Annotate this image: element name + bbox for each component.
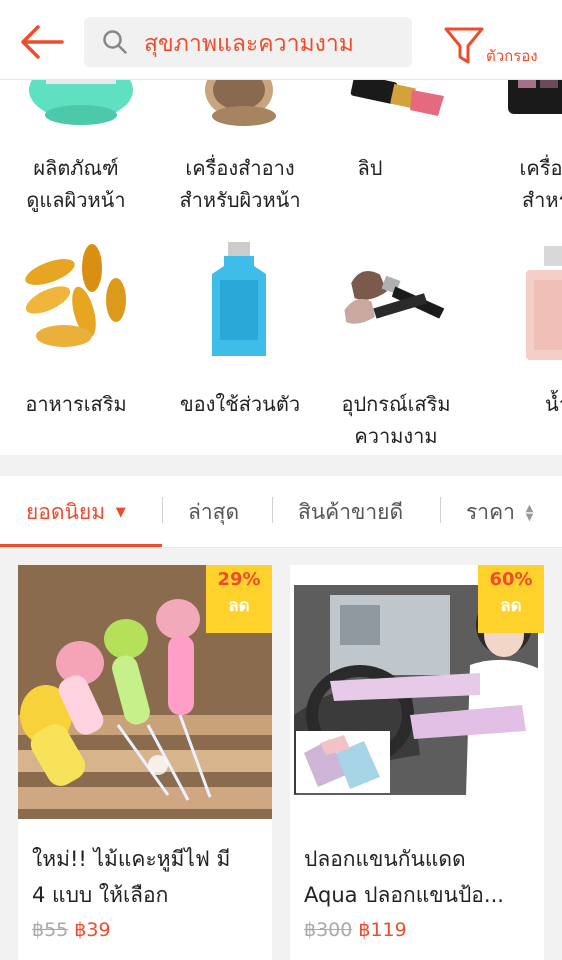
price-row: ฿55 ฿39 bbox=[32, 919, 111, 941]
discount-badge: 29% ลด bbox=[206, 565, 272, 633]
category-label: อุปกรณ์เสริม ความงาม bbox=[341, 392, 451, 448]
category-grid: ผลิตภัณฑ์ ดูแลผิวหน้า เครื่องสำอาง สำหรั… bbox=[0, 80, 562, 455]
skincare-jar-icon bbox=[29, 80, 133, 125]
mouthwash-bottle-icon bbox=[212, 242, 266, 356]
product-card[interactable]: 60% ลด ปลอกแขนกันแดด Aqua ปลอกแขนป้อ... … bbox=[290, 565, 544, 960]
caret-down-icon: ▼ bbox=[115, 505, 126, 520]
original-price: ฿55 bbox=[32, 919, 69, 941]
category-label: อาหารเสริม bbox=[25, 392, 127, 416]
category-label: ของใช้ส่วนตัว bbox=[179, 392, 301, 416]
search-input[interactable]: สุขภาพและความงาม bbox=[84, 17, 412, 67]
category-face-makeup[interactable]: เครื่องสำอาง สำหรับผิวหน้า bbox=[160, 80, 310, 230]
search-icon bbox=[103, 30, 127, 54]
category-personal-care[interactable]: ของใช้ส่วนตัว bbox=[160, 240, 310, 455]
sort-bar: ยอดนิยม ▼ ล่าสุด สินค้าขายดี ราคา ▲ ▼ bbox=[0, 476, 562, 548]
category-label: ผลิตภัณฑ์ ดูแลผิวหน้า bbox=[26, 156, 126, 212]
category-makeup-partial[interactable]: เครื่องส สำหรับ bbox=[480, 80, 562, 230]
product-title: ปลอกแขนกันแดด Aqua ปลอกแขนป้อ... bbox=[304, 847, 504, 907]
discount-badge: 60% ลด bbox=[478, 565, 544, 633]
page: สุขภาพและความงาม ตัวกรอง ผลิตภัณฑ์ ดูแลผ… bbox=[0, 0, 562, 960]
sale-price: ฿39 bbox=[74, 919, 111, 941]
price-row: ฿300 ฿119 bbox=[304, 919, 407, 941]
product-card[interactable]: 29% ลด ใหม่!! ไม้แคะหูมีไฟ มี 4 แบบ ให้เ… bbox=[18, 565, 272, 960]
divider bbox=[162, 497, 163, 523]
arrow-left-icon bbox=[21, 25, 64, 59]
filter-icon bbox=[444, 27, 484, 64]
search-query-text: สุขภาพและความงาม bbox=[144, 31, 354, 57]
tab-top-sales[interactable]: สินค้าขายดี bbox=[298, 476, 403, 548]
back-button[interactable] bbox=[18, 22, 66, 62]
product-title: ใหม่!! ไม้แคะหูมีไฟ มี 4 แบบ ให้เลือก bbox=[32, 847, 231, 907]
category-label: น้ำห bbox=[544, 392, 562, 416]
capsule-pills-icon bbox=[25, 244, 126, 347]
divider bbox=[440, 497, 441, 523]
tab-popular[interactable]: ยอดนิยม ▼ bbox=[26, 476, 126, 548]
category-label: เครื่องส สำหรับ bbox=[519, 156, 562, 212]
category-skincare[interactable]: ผลิตภัณฑ์ ดูแลผิวหน้า bbox=[0, 80, 150, 230]
tab-latest[interactable]: ล่าสุด bbox=[188, 476, 239, 548]
category-lip[interactable]: ลิป bbox=[320, 80, 470, 230]
filter-label: ตัวกรอง bbox=[486, 47, 538, 65]
original-price: ฿300 bbox=[304, 919, 353, 941]
sale-price: ฿119 bbox=[358, 919, 407, 941]
category-beauty-tools[interactable]: อุปกรณ์เสริม ความงาม bbox=[320, 240, 470, 455]
makeup-brush-icon bbox=[344, 271, 445, 324]
sort-arrows-icon: ▲ ▼ bbox=[525, 503, 534, 523]
perfume-bottle-icon bbox=[526, 246, 562, 360]
compact-powder-icon bbox=[205, 80, 276, 126]
category-supplements[interactable]: อาหารเสริม bbox=[0, 240, 150, 455]
category-perfume-partial[interactable]: น้ำห bbox=[480, 240, 562, 455]
divider bbox=[272, 497, 273, 523]
category-label: ลิป bbox=[357, 156, 383, 180]
filter-button[interactable]: ตัวกรอง bbox=[440, 20, 558, 68]
top-bar: สุขภาพและความงาม ตัวกรอง bbox=[0, 0, 562, 80]
eyeshadow-palette-icon bbox=[508, 80, 562, 114]
lipstick-icon bbox=[350, 80, 444, 116]
tab-price[interactable]: ราคา ▲ ▼ bbox=[466, 476, 533, 548]
active-tab-indicator bbox=[0, 544, 162, 547]
